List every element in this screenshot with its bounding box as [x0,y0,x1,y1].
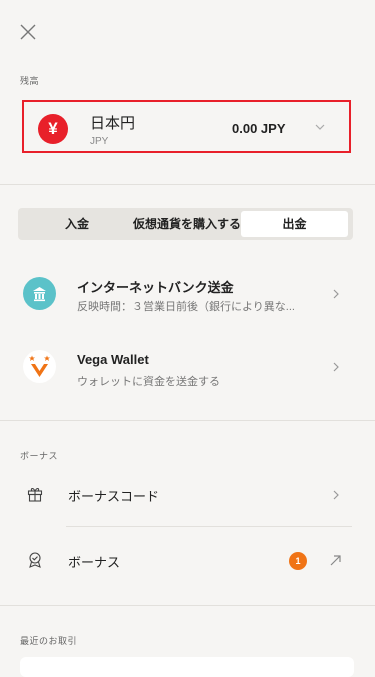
recent-transactions-card [20,657,354,677]
chevron-down-icon [315,124,325,130]
section-divider [0,605,375,606]
bonus-code-row[interactable]: ボーナスコード [0,474,375,516]
section-divider [0,184,375,185]
close-icon [20,24,36,40]
method-subtitle: ウォレットに資金を送金する [77,376,220,388]
method-title: Vega Wallet [77,352,149,367]
yen-symbol: ¥ [48,119,58,138]
notification-badge: 1 [289,552,307,570]
bonus-code-label: ボーナスコード [68,489,160,504]
tab-withdraw[interactable]: 出金 [241,211,348,237]
yen-icon: ¥ [38,114,68,144]
action-tabs: 入金 仮想通貨を購入する 出金 [18,208,353,240]
bank-icon [23,277,56,310]
currency-name: 日本円 [90,115,136,132]
recent-section-label: 最近のお取引 [20,636,78,646]
chevron-right-icon [333,289,339,299]
method-vega-wallet[interactable]: Vega Wallet ウォレットに資金を送金する [0,336,375,398]
award-icon [29,552,41,568]
badge-count: 1 [295,556,301,566]
bonus-label: ボーナス [68,555,121,570]
bonus-row[interactable]: ボーナス 1 [0,540,375,582]
method-title: インターネットバンク送金 [77,280,234,295]
bonus-section-label: ボーナス [20,451,59,461]
tab-deposit[interactable]: 入金 [21,211,133,237]
method-subtitle: 反映時間：３営業日前後（銀行により異な... [77,301,295,313]
balance-section-label: 残高 [20,76,40,86]
gift-icon [27,488,43,502]
chevron-right-icon [333,362,339,372]
balance-amount: 0.00 JPY [232,121,286,136]
close-button[interactable] [18,22,38,42]
tab-buy-crypto[interactable]: 仮想通貨を購入する [133,211,241,237]
arrow-up-right-icon [330,555,341,566]
currency-selector[interactable]: ¥ 日本円 JPY 0.00 JPY [22,100,351,153]
method-internet-bank[interactable]: インターネットバンク送金 反映時間：３営業日前後（銀行により異な... [0,263,375,325]
row-divider [66,526,352,527]
chevron-right-icon [333,490,339,500]
currency-code: JPY [90,136,109,147]
section-divider [0,420,375,421]
vega-wallet-icon [23,350,56,383]
